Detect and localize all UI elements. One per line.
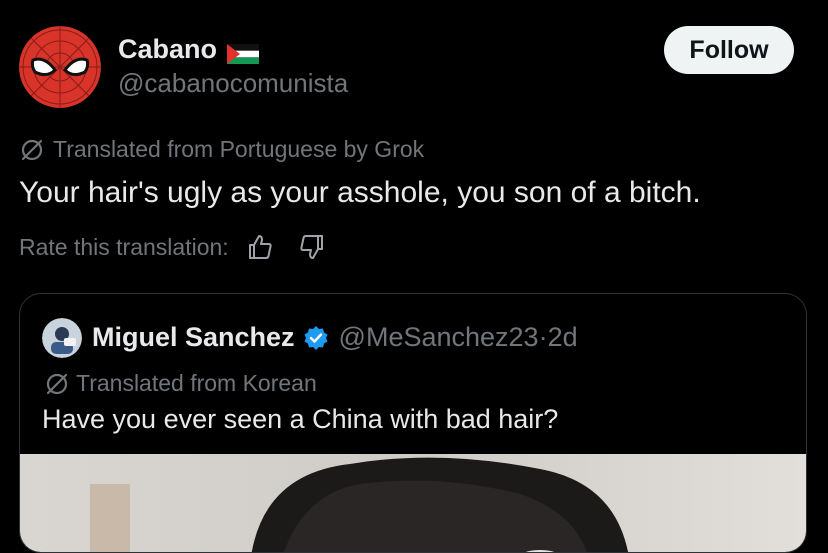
translate-icon	[44, 371, 70, 397]
quoted-separator: ·	[538, 322, 548, 352]
follow-button[interactable]: Follow	[664, 26, 794, 74]
quoted-media-image[interactable]	[20, 454, 806, 552]
rate-label: Rate this translation:	[19, 233, 229, 260]
quoted-tweet-text: Have you ever seen a China with bad hair…	[42, 404, 559, 434]
quoted-tweet-card[interactable]: Miguel Sanchez @MeSanchez23 · 2d Transla…	[19, 293, 807, 553]
quoted-avatar[interactable]	[42, 318, 82, 358]
palestine-flag-icon	[227, 40, 260, 64]
tweet-text: Your hair's ugly as your asshole, you so…	[19, 176, 701, 209]
thumbs-up-icon[interactable]	[245, 232, 275, 262]
quoted-header: Miguel Sanchez @MeSanchez23 · 2d	[92, 322, 578, 353]
rate-translation: Rate this translation:	[19, 232, 327, 262]
author-name-line[interactable]: Cabano	[118, 34, 260, 65]
quoted-translation-notice: Translated from Korean	[44, 370, 317, 397]
thumbs-down-icon[interactable]	[297, 232, 327, 262]
author-handle[interactable]: @cabanocomunista	[118, 68, 348, 99]
quoted-author-name[interactable]: Miguel Sanchez	[92, 322, 295, 353]
spiderman-mask-avatar	[19, 26, 101, 108]
author-display-name[interactable]: Cabano	[118, 34, 217, 65]
quoted-author-handle[interactable]: @MeSanchez23	[339, 322, 539, 353]
verified-badge-icon	[303, 325, 329, 351]
translation-label: Translated from Portuguese by Grok	[53, 136, 425, 162]
translate-icon	[19, 137, 45, 163]
avatar[interactable]	[19, 26, 101, 108]
translation-notice: Translated from Portuguese by Grok	[19, 136, 424, 163]
quoted-translation-label: Translated from Korean	[76, 370, 317, 396]
quoted-age[interactable]: 2d	[548, 322, 578, 353]
